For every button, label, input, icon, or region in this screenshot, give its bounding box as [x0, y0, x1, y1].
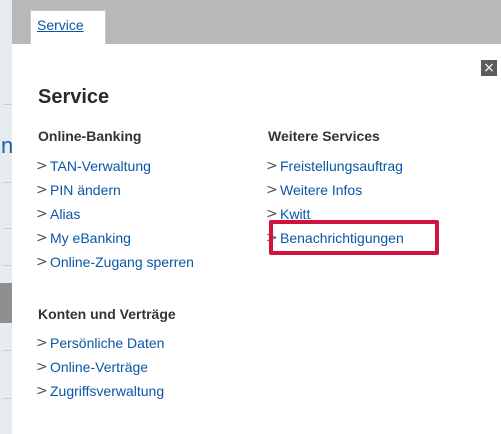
link-online-vertraege[interactable]: > Online-Verträge	[36, 355, 164, 379]
background-divider	[3, 104, 12, 105]
link-label: PIN ändern	[50, 182, 121, 198]
link-label: Freistellungsauftrag	[280, 158, 403, 174]
link-label: Persönliche Daten	[50, 335, 165, 351]
section-title-konten-und-vertraege: Konten und Verträge	[38, 306, 176, 322]
link-weitere-infos[interactable]: > Weitere Infos	[266, 178, 404, 202]
service-flyout-panel: × Service Online-Banking > TAN-Verwaltung…	[12, 44, 501, 434]
background-divider	[3, 350, 12, 351]
link-label: My eBanking	[50, 230, 131, 246]
link-label: Alias	[50, 206, 81, 222]
link-alias[interactable]: > Alias	[36, 202, 194, 226]
link-persoenliche-daten[interactable]: > Persönliche Daten	[36, 331, 164, 355]
background-divider	[3, 182, 12, 183]
chevron-right-icon: >	[36, 254, 48, 270]
link-freistellungsauftrag[interactable]: > Freistellungsauftrag	[266, 154, 404, 178]
tab-service-link[interactable]: Service	[37, 17, 84, 33]
section-title-weitere-services: Weitere Services	[268, 128, 380, 144]
chevron-right-icon: >	[36, 335, 48, 351]
chevron-right-icon: >	[36, 383, 48, 399]
chevron-right-icon: >	[266, 182, 278, 198]
chevron-right-icon: >	[36, 230, 48, 246]
background-divider	[3, 398, 12, 399]
link-label: TAN-Verwaltung	[50, 158, 151, 174]
link-pin-aendern[interactable]: > PIN ändern	[36, 178, 194, 202]
konten-links: > Persönliche Daten > Online-Verträge > Zug…	[36, 331, 164, 403]
chevron-right-icon: >	[36, 206, 48, 222]
section-title-online-banking: Online-Banking	[38, 128, 142, 144]
link-online-zugang-sperren[interactable]: > Online-Zugang sperren	[36, 250, 194, 274]
link-tan-verwaltung[interactable]: > TAN-Verwaltung	[36, 154, 194, 178]
chevron-right-icon: >	[36, 359, 48, 375]
link-label: Weitere Infos	[280, 182, 363, 198]
background-block	[0, 283, 12, 323]
background-divider	[3, 265, 12, 266]
tab-service[interactable]: Service	[30, 10, 106, 44]
chevron-right-icon: >	[36, 158, 48, 174]
chevron-right-icon: >	[266, 158, 278, 174]
link-my-ebanking[interactable]: > My eBanking	[36, 226, 194, 250]
link-zugriffsverwaltung[interactable]: > Zugriffsverwaltung	[36, 379, 164, 403]
close-icon[interactable]: ×	[481, 60, 497, 76]
link-label: Zugriffsverwaltung	[50, 383, 165, 399]
highlight-box	[269, 220, 439, 255]
background-divider	[3, 228, 12, 229]
link-label: Online-Verträge	[50, 359, 149, 375]
panel-title: Service	[38, 86, 110, 108]
online-banking-links: > TAN-Verwaltung > PIN ändern > Alias > My e…	[36, 154, 194, 274]
link-label: Online-Zugang sperren	[50, 254, 194, 270]
top-navigation-bar: Service	[12, 0, 501, 44]
chevron-right-icon: >	[36, 182, 48, 198]
